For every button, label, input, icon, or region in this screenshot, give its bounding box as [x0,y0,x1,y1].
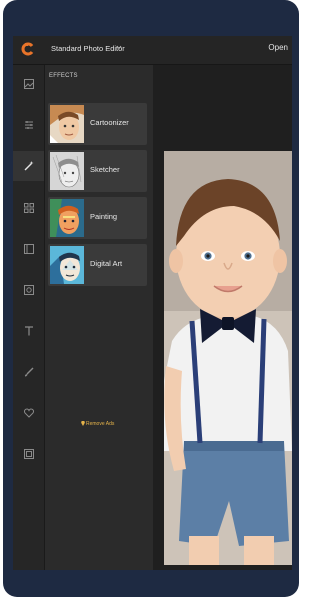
top-bar: Standard Photo Editor Open [13,36,292,65]
rail-item-stickers[interactable] [13,398,44,428]
photo-canvas[interactable] [164,151,292,565]
effect-thumbnail [50,246,84,284]
rail-item-image[interactable] [13,69,44,99]
brush-icon [24,367,33,377]
effect-digital-art[interactable]: Digital Art [48,244,147,286]
text-icon [24,326,33,336]
rail-item-collage[interactable] [13,193,44,223]
canvas-area[interactable] [154,65,292,570]
effect-label: Cartoonizer [90,118,129,127]
pin-icon [81,421,85,426]
magic-wand-icon [24,161,33,171]
effects-panel: EFFECTS Cartoonizer Sketcher Painting Di… [45,65,153,570]
panel-title: EFFECTS [49,73,78,79]
effect-label: Sketcher [90,165,120,174]
device-frame: Standard Photo Editor Open EFFECTS Carto… [3,0,299,597]
rail-item-draw[interactable] [13,357,44,387]
rail-item-effects[interactable] [13,151,44,181]
effect-thumbnail [50,105,84,143]
effect-sketcher[interactable]: Sketcher [48,150,147,192]
tool-rail [13,65,45,570]
border-icon [23,449,34,459]
sliders-icon [24,121,33,129]
app-screen: Standard Photo Editor Open EFFECTS Carto… [13,36,292,570]
effect-thumbnail [50,152,84,190]
effect-label: Painting [90,212,118,221]
effect-painting[interactable]: Painting [48,197,147,239]
open-button[interactable]: Open [268,43,288,52]
remove-ads-link[interactable]: Remove Ads [81,421,114,427]
effect-label: Digital Art [90,259,123,268]
rail-item-border[interactable] [13,439,44,469]
effect-thumbnail [50,199,84,237]
effect-cartoonizer[interactable]: Cartoonizer [48,103,147,145]
rail-item-frame[interactable] [13,234,44,264]
focus-icon [23,285,34,295]
app-title[interactable]: Standard Photo Editor [51,44,125,53]
rail-item-text[interactable] [13,316,44,346]
image-icon [23,79,34,89]
heart-icon [23,408,34,418]
app-logo-icon[interactable] [21,42,35,56]
remove-ads-label: Remove Ads [86,421,115,427]
rail-item-focus[interactable] [13,275,44,305]
grid-icon [23,203,34,213]
rail-item-adjust[interactable] [13,110,44,140]
frame-icon [23,244,34,254]
chevron-down-icon[interactable] [116,45,122,50]
